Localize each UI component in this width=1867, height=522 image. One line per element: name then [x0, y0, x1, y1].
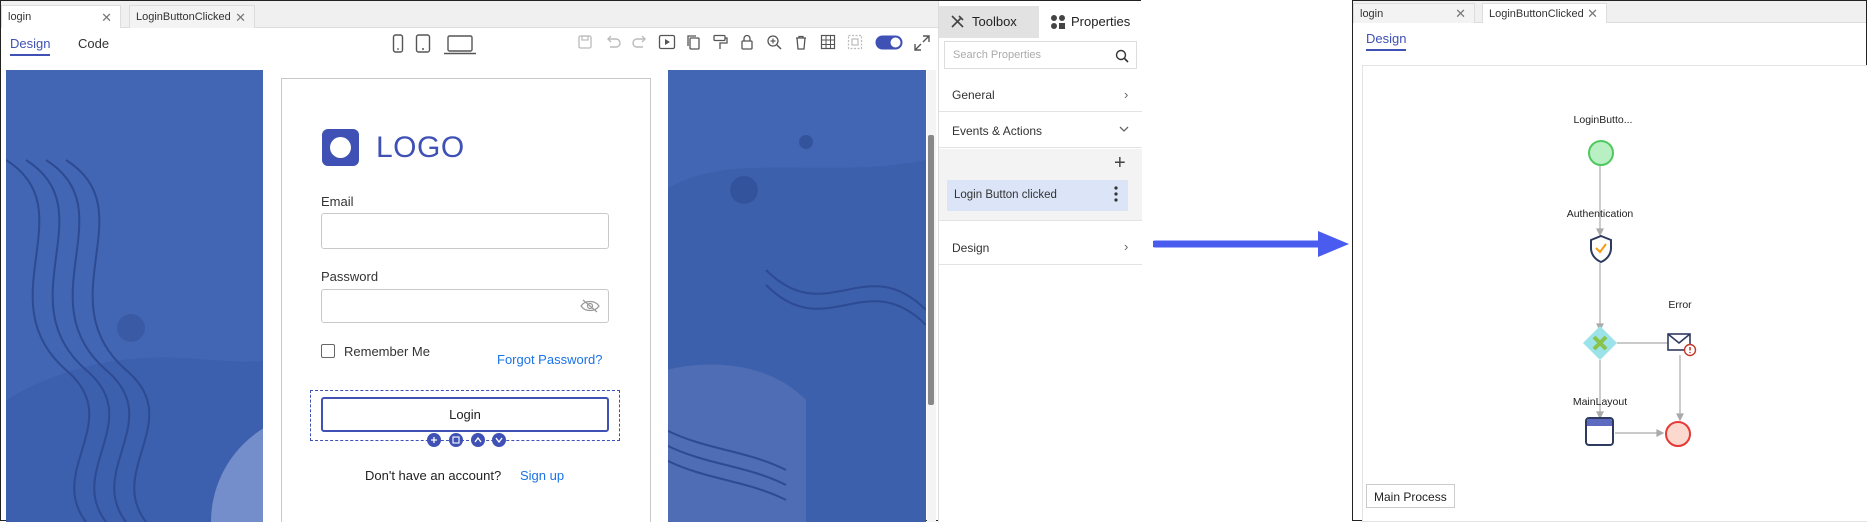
format-painter-icon[interactable]: [712, 34, 730, 52]
mobile-preview-icon[interactable]: [392, 34, 404, 54]
chevron-right-icon: ›: [1124, 87, 1129, 102]
properties-icon: [1050, 14, 1066, 30]
search-properties-input[interactable]: Search Properties: [944, 41, 1137, 69]
email-label: Email: [321, 194, 354, 209]
search-placeholder: Search Properties: [953, 49, 1042, 61]
scrollbar-thumb[interactable]: [928, 135, 934, 405]
email-field[interactable]: [321, 213, 609, 249]
password-label: Password: [321, 269, 379, 284]
properties-tab-label: Properties: [1071, 14, 1131, 29]
event-item-label: Login Button clicked: [954, 189, 1057, 201]
section-events-actions[interactable]: Events & Actions: [939, 113, 1142, 148]
chevron-right-icon: ›: [1124, 239, 1129, 254]
chevron-down-icon: [1119, 125, 1129, 133]
password-field[interactable]: [321, 289, 609, 323]
error-node-label: Error: [1668, 299, 1692, 311]
tab-loginbuttonclicked[interactable]: LoginButtonClicked ✕: [1482, 3, 1607, 23]
toolbox-tab-label: Toolbox: [972, 14, 1017, 29]
tablet-preview-icon[interactable]: [415, 34, 431, 54]
canvas-scrollbar[interactable]: [927, 70, 936, 522]
mainlayout-node-label: MainLayout: [1572, 396, 1628, 408]
auth-node-label: Authentication: [1566, 208, 1634, 220]
tab-loginbuttonclicked[interactable]: LoginButtonClicked ✕: [129, 5, 255, 28]
subtab-code[interactable]: Code: [78, 36, 109, 51]
subtab-design[interactable]: Design: [1366, 31, 1407, 51]
remember-me-label: Remember Me: [344, 344, 430, 359]
mainlayout-node[interactable]: [1585, 417, 1614, 446]
no-account-text: Don't have an account?: [365, 468, 502, 483]
tab-login[interactable]: login ✕: [1353, 3, 1475, 23]
save-icon[interactable]: [577, 34, 595, 52]
tab-label: LoginButtonClicked: [1489, 8, 1584, 20]
tab-label: login: [8, 11, 32, 23]
add-event-icon[interactable]: +: [1114, 152, 1126, 175]
close-icon[interactable]: ✕: [1455, 4, 1466, 24]
tab-label: login: [1360, 8, 1384, 20]
toggle-switch[interactable]: [875, 35, 903, 50]
flow-canvas[interactable]: LoginButto... Authentication Error MainL…: [1362, 65, 1867, 522]
properties-panel: Toolbox Properties Search Properties Gen…: [938, 1, 1142, 522]
flow-tab-bar: login ✕ LoginButtonClicked ✕: [1353, 1, 1866, 23]
sign-up-link[interactable]: Sign up: [520, 468, 564, 483]
design-canvas[interactable]: LOGO Email Password Remember Me Forgot P…: [6, 70, 926, 522]
fit-icon[interactable]: [847, 34, 865, 52]
logo-text: LOGO: [376, 131, 465, 164]
flow-window: login ✕ LoginButtonClicked ✕ Design Logi…: [1352, 0, 1867, 522]
lock-icon[interactable]: [739, 34, 757, 52]
flow-arrow-icon: [1153, 230, 1351, 260]
shield-icon[interactable]: [1589, 234, 1613, 264]
tab-label: LoginButtonClicked: [136, 11, 231, 23]
toolbox-icon: [950, 14, 965, 29]
close-icon[interactable]: ✕: [235, 6, 246, 29]
gateway-node[interactable]: [1582, 325, 1618, 361]
expand-icon[interactable]: [913, 34, 931, 52]
properties-tab[interactable]: Properties: [1039, 6, 1142, 38]
toolbox-tab[interactable]: Toolbox: [939, 6, 1039, 38]
section-general[interactable]: General ›: [939, 77, 1142, 112]
login-card[interactable]: LOGO Email Password Remember Me Forgot P…: [281, 78, 651, 522]
forgot-password-link[interactable]: Forgot Password?: [497, 352, 603, 367]
logo-icon: [322, 129, 359, 166]
flow-diagram: [1596, 164, 1684, 437]
redo-icon[interactable]: [631, 34, 649, 52]
panel-tab-bar: Toolbox Properties: [939, 1, 1142, 39]
events-list: + Login Button clicked: [939, 149, 1142, 221]
section-events-label: Events & Actions: [952, 124, 1043, 138]
designer-window: login ✕ LoginButtonClicked ✕ Design Code: [0, 0, 1142, 522]
more-options-icon[interactable]: [1114, 185, 1118, 203]
preview-icon[interactable]: [658, 34, 676, 52]
remember-me-checkbox[interactable]: [321, 344, 335, 358]
desktop-preview-icon[interactable]: [443, 34, 477, 56]
start-node-label: LoginButto...: [1573, 114, 1633, 126]
tab-login[interactable]: login ✕: [1, 5, 121, 28]
section-design-label: Design: [952, 241, 990, 255]
zoom-in-icon[interactable]: [766, 34, 784, 52]
close-icon[interactable]: ✕: [1587, 4, 1598, 24]
search-icon[interactable]: [1115, 49, 1129, 63]
start-event-node[interactable]: [1588, 140, 1614, 166]
end-event-node[interactable]: [1665, 421, 1691, 447]
close-icon[interactable]: ✕: [101, 6, 112, 29]
event-item[interactable]: Login Button clicked: [947, 180, 1128, 211]
undo-icon[interactable]: [604, 34, 622, 52]
main-process-label[interactable]: Main Process: [1366, 484, 1455, 508]
section-general-label: General: [952, 88, 995, 102]
copy-icon[interactable]: [685, 34, 703, 52]
delete-icon[interactable]: [793, 34, 811, 52]
grid-icon[interactable]: [820, 34, 838, 52]
section-design[interactable]: Design ›: [939, 229, 1142, 265]
selection-handles: [426, 432, 506, 448]
login-button[interactable]: Login: [321, 397, 609, 432]
error-mail-icon[interactable]: [1667, 331, 1697, 357]
eye-off-icon[interactable]: [580, 299, 600, 313]
subtab-design[interactable]: Design: [10, 36, 51, 56]
